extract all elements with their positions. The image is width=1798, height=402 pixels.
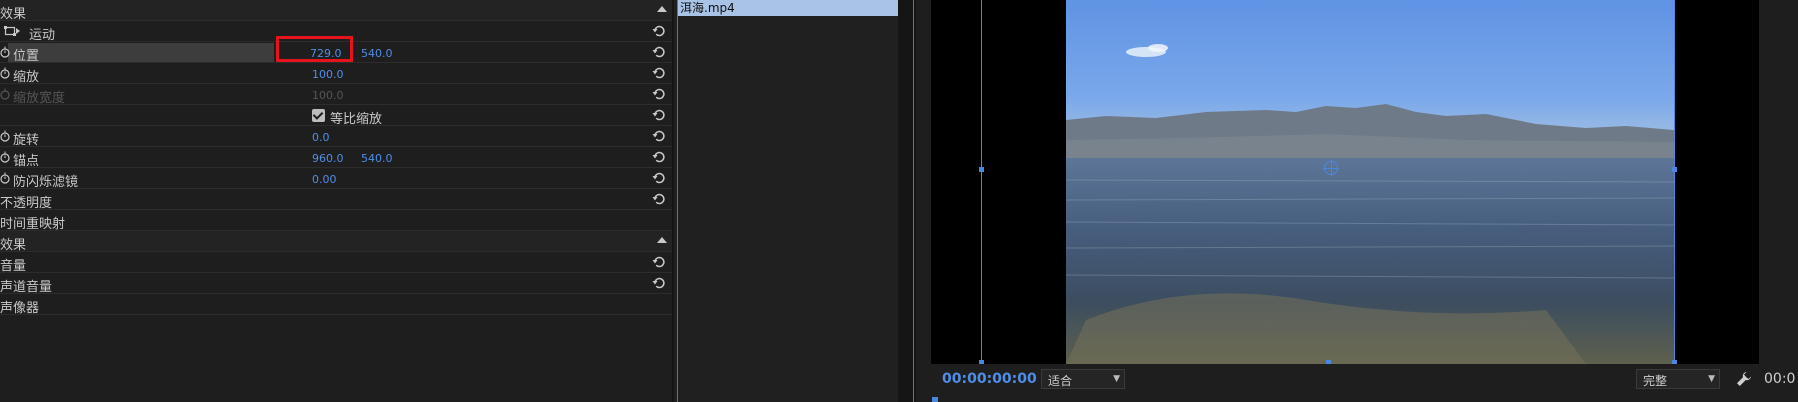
effect-timeline: 洱海.mp4 (674, 0, 899, 402)
fit-zoom-value: 适合 (1048, 374, 1073, 388)
scale-width-label: 缩放宽度 (13, 91, 66, 106)
motion-transform-icon[interactable] (4, 25, 20, 37)
stopwatch-icon[interactable] (0, 151, 10, 163)
audio-effects-header[interactable]: 效果 (0, 231, 672, 253)
wrench-icon[interactable] (1736, 371, 1752, 387)
anchor-point-crosshair-icon[interactable] (1323, 160, 1339, 176)
anchor-x-value[interactable]: 960.0 (312, 152, 344, 165)
resize-handle[interactable] (979, 167, 984, 172)
channel-volume-row[interactable]: 声道音量 (0, 273, 672, 295)
uniform-scale-label: 等比缩放 (330, 112, 383, 127)
reset-icon[interactable] (652, 150, 666, 164)
chevron-down-icon: ▼ (1113, 374, 1120, 384)
reset-icon[interactable] (652, 108, 666, 122)
clip-bar[interactable]: 洱海.mp4 (678, 0, 899, 16)
scale-value[interactable]: 100.0 (312, 68, 344, 81)
stopwatch-icon[interactable] (0, 67, 10, 79)
panner-label: 声像器 (0, 301, 40, 316)
fit-zoom-dropdown[interactable]: 适合 ▼ (1041, 369, 1125, 389)
anchor-point-row[interactable]: 锚点 960.0 540.0 (0, 147, 672, 169)
reset-icon[interactable] (652, 255, 666, 269)
reset-icon[interactable] (652, 66, 666, 80)
reset-icon[interactable] (652, 24, 666, 38)
collapse-up-icon[interactable] (657, 6, 667, 12)
anchor-point-label: 锚点 (13, 154, 40, 169)
program-monitor: 00:00:00:00 适合 ▼ 完整 ▼ 00:0 (916, 0, 1798, 402)
anchor-y-value[interactable]: 540.0 (361, 152, 393, 165)
anti-flicker-row[interactable]: 防闪烁滤镜 0.00 (0, 168, 672, 190)
scale-label: 缩放 (13, 70, 40, 85)
playback-quality-value: 完整 (1643, 374, 1668, 388)
reset-icon[interactable] (652, 171, 666, 185)
panner-row[interactable]: 声像器 (0, 294, 672, 316)
video-effects-header[interactable]: 效果 (0, 0, 672, 22)
video-effects-label: 效果 (0, 7, 27, 22)
reset-icon[interactable] (652, 192, 666, 206)
playhead-marker[interactable] (932, 397, 938, 402)
reset-icon[interactable] (652, 276, 666, 290)
row-highlight (8, 43, 274, 62)
clip-name: 洱海.mp4 (680, 1, 735, 15)
scale-width-value: 100.0 (312, 89, 344, 102)
panel-edge-line (913, 0, 914, 402)
time-remap-row[interactable]: 时间重映射 (0, 210, 672, 232)
selection-outline[interactable] (981, 0, 1675, 364)
opacity-row[interactable]: 不透明度 (0, 189, 672, 211)
duration-timecode[interactable]: 00:0 (1764, 371, 1795, 387)
stopwatch-icon[interactable] (0, 46, 10, 58)
channel-volume-label: 声道音量 (0, 280, 53, 295)
scale-width-row: 缩放宽度 100.0 (0, 84, 672, 106)
volume-row[interactable]: 音量 (0, 252, 672, 274)
playhead-line[interactable] (677, 0, 678, 402)
playback-quality-dropdown[interactable]: 完整 ▼ (1636, 369, 1720, 389)
highlight-box (276, 36, 353, 62)
anti-flicker-value[interactable]: 0.00 (312, 173, 337, 186)
stopwatch-icon[interactable] (0, 130, 10, 142)
resize-handle[interactable] (1672, 167, 1677, 172)
position-y-value[interactable]: 540.0 (361, 47, 393, 60)
uniform-scale-row: 等比缩放 (0, 105, 672, 127)
scale-row[interactable]: 缩放 100.0 (0, 63, 672, 85)
audio-effects-label: 效果 (0, 238, 27, 253)
panel-divider[interactable] (898, 0, 916, 402)
reset-icon[interactable] (652, 87, 666, 101)
rotation-row[interactable]: 旋转 0.0 (0, 126, 672, 148)
chevron-down-icon: ▼ (1708, 374, 1715, 384)
effect-controls-panel: 效果 运动 位置 729.0 540.0 缩放 100.0 缩放宽度 100.0… (0, 0, 672, 402)
reset-icon[interactable] (652, 45, 666, 59)
position-label: 位置 (13, 49, 40, 64)
reset-icon[interactable] (652, 129, 666, 143)
anti-flicker-label: 防闪烁滤镜 (13, 175, 79, 190)
time-remap-label: 时间重映射 (0, 217, 66, 232)
rotation-label: 旋转 (13, 133, 40, 148)
playhead-timecode[interactable]: 00:00:00:00 (942, 371, 1037, 387)
motion-label: 运动 (29, 28, 56, 43)
opacity-label: 不透明度 (0, 196, 53, 211)
rotation-value[interactable]: 0.0 (312, 131, 330, 144)
stopwatch-icon[interactable] (0, 172, 10, 184)
monitor-canvas[interactable] (931, 0, 1759, 365)
uniform-scale-checkbox[interactable] (312, 109, 325, 122)
monitor-footer: 00:00:00:00 适合 ▼ 完整 ▼ 00:0 (916, 364, 1798, 402)
volume-label: 音量 (0, 259, 27, 274)
stopwatch-icon (0, 88, 10, 100)
collapse-up-icon[interactable] (657, 237, 667, 243)
